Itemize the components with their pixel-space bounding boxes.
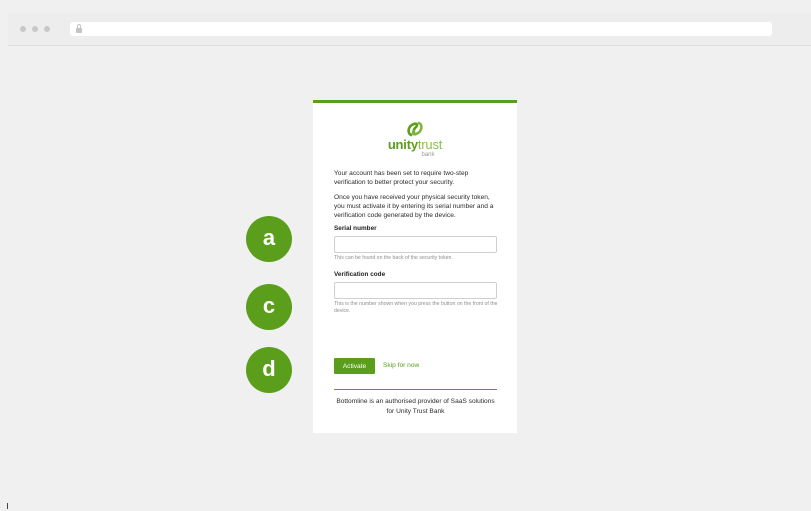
serial-number-input[interactable]	[334, 236, 497, 253]
verification-code-help: This is the number shown when you press …	[334, 301, 498, 314]
text-cursor-icon	[7, 503, 9, 509]
serial-number-group: Serial number This can be found on the b…	[334, 224, 498, 262]
annotation-badge-c: c	[246, 284, 292, 330]
verification-code-group: Verification code This is the number sho…	[334, 270, 498, 315]
lock-icon	[76, 24, 82, 33]
skip-for-now-link[interactable]: Skip for now	[383, 362, 419, 369]
activate-button[interactable]: Activate	[334, 358, 375, 374]
annotation-badge-a: a	[246, 216, 292, 262]
serial-number-help: This can be found on the back of the sec…	[334, 255, 453, 261]
intro-text-2: Once you have received your physical sec…	[334, 194, 494, 219]
serial-number-label: Serial number	[334, 225, 377, 232]
browser-chrome	[8, 14, 811, 46]
verification-code-input[interactable]	[334, 282, 497, 299]
minimize-window-dot[interactable]	[32, 26, 38, 32]
intro-text-1: Your account has been set to require two…	[334, 170, 469, 186]
logo-bank-text: bank	[421, 152, 435, 158]
address-bar[interactable]	[70, 22, 772, 36]
window-controls	[20, 26, 50, 32]
footer-divider	[334, 389, 497, 390]
close-window-dot[interactable]	[20, 26, 26, 32]
activation-form: Your account has been set to require two…	[334, 169, 498, 315]
footer-text: Bottomline is an authorised provider of …	[336, 398, 495, 415]
verification-code-label: Verification code	[334, 271, 386, 278]
maximize-window-dot[interactable]	[44, 26, 50, 32]
annotation-badge-d: d	[246, 347, 292, 393]
unity-trust-logo-icon	[407, 121, 423, 137]
logo-wordmark: unitytrust	[387, 137, 443, 152]
unity-trust-logo: unitytrust bank	[313, 121, 517, 159]
activation-card: unitytrust bank Your account has been se…	[313, 100, 517, 433]
